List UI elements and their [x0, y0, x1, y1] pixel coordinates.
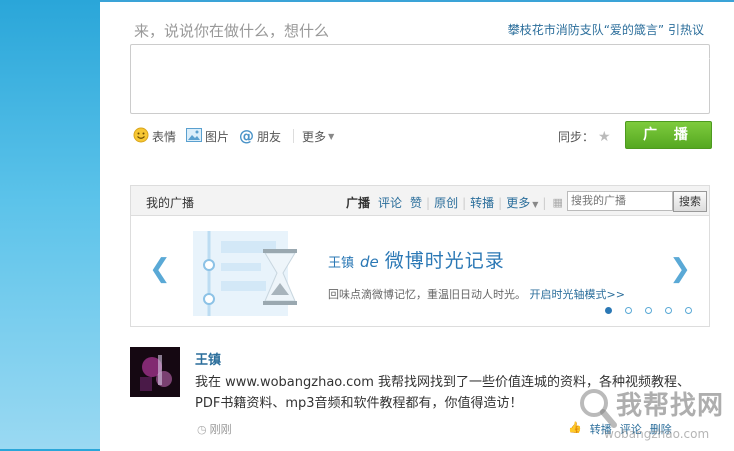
- banner-user-name: 王镇: [328, 256, 355, 271]
- at-icon: @: [239, 127, 255, 145]
- banner-de: de: [360, 253, 379, 271]
- sync-option: 同步： ★: [558, 128, 611, 145]
- image-button[interactable]: 图片: [186, 127, 230, 145]
- post-actions: 👍 转播 评论 删除: [560, 421, 672, 437]
- filter-divider: |: [542, 195, 547, 210]
- pagination-dot[interactable]: [645, 307, 652, 314]
- post-time: ◷ 刚刚: [197, 421, 232, 437]
- filter-divider: |: [498, 195, 503, 210]
- banner-headline: 微博时光记录: [384, 250, 505, 272]
- hot-topic-suffix: 引热议: [667, 23, 704, 37]
- feed-title: 我的广播: [146, 196, 195, 210]
- banner-subtitle: 回味点滴微博记忆，重温旧日动人时光。 开启时光轴模式>>: [328, 286, 625, 302]
- more-tools-label: 更多: [302, 129, 327, 144]
- repost-button[interactable]: 转播: [590, 421, 612, 437]
- feed-search-button[interactable]: 搜索: [673, 191, 707, 212]
- star-icon[interactable]: ★: [598, 129, 611, 145]
- feed-header: 我的广播 广播 评论 赞 | 原创 | 转播 | 更多▼ | ▦ 搜索: [130, 185, 710, 216]
- composer-textarea[interactable]: [130, 44, 710, 114]
- filter-like[interactable]: 赞: [410, 194, 422, 211]
- composer-prompt: 来，说说你在做什么，想什么: [134, 22, 330, 40]
- mention-label: 朋友: [257, 129, 282, 144]
- delete-button[interactable]: 删除: [650, 421, 672, 437]
- smile-icon: [133, 127, 149, 146]
- broadcast-button[interactable]: 广 播: [625, 121, 712, 149]
- filter-more-label: 更多: [506, 196, 531, 210]
- post-text: 我在 www.wobangzhao.com 我帮找网找到了一些价值连城的资料，各…: [195, 375, 691, 411]
- banner-subtitle-text: 回味点滴微博记忆，重温旧日动人时光。: [328, 288, 526, 301]
- filter-comment[interactable]: 评论: [378, 194, 402, 211]
- pagination-dot[interactable]: [605, 307, 612, 314]
- calendar-icon[interactable]: ▦: [552, 196, 562, 209]
- chevron-right-icon[interactable]: ❯: [669, 254, 691, 284]
- thumbs-up-icon[interactable]: 👍: [568, 421, 582, 437]
- feed-search-input[interactable]: [567, 191, 673, 211]
- hot-topic-quote[interactable]: “爱的箴言”: [604, 23, 664, 37]
- timeline-mode-link[interactable]: 开启时光轴模式>>: [530, 288, 625, 301]
- timeline-illustration-icon: [193, 231, 297, 316]
- filter-more[interactable]: 更多 ▼: [506, 194, 538, 211]
- pagination-dot[interactable]: [685, 307, 692, 314]
- emoji-label: 表情: [152, 129, 177, 144]
- main-panel: 来，说说你在做什么，想什么 攀枝花市消防支队“爱的箴言” 引热议 表情 图片 @…: [100, 0, 734, 451]
- banner-title: 王镇 de 微博时光记录: [328, 246, 505, 273]
- chevron-left-icon[interactable]: ❮: [149, 254, 171, 284]
- pagination-dot[interactable]: [625, 307, 632, 314]
- chevron-down-icon: ▼: [328, 131, 335, 141]
- sync-label: 同步：: [558, 130, 595, 144]
- image-label: 图片: [205, 129, 230, 144]
- image-icon: [186, 127, 203, 145]
- filter-repost[interactable]: 转播: [470, 194, 494, 211]
- feed-filters: 广播 评论 赞 | 原创 | 转播 | 更多 ▼ | ▦: [342, 194, 563, 211]
- composer-toolbar: 表情 图片 @ 朋友 更多 ▼: [133, 126, 344, 146]
- pagination-dot[interactable]: [665, 307, 672, 314]
- avatar[interactable]: [130, 347, 180, 397]
- banner-pagination: [605, 307, 705, 314]
- filter-divider: |: [426, 195, 431, 210]
- hot-topic-link[interactable]: 攀枝花市消防支队“爱的箴言” 引热议: [508, 21, 704, 38]
- filter-divider: |: [462, 195, 467, 210]
- hot-topic-prefix[interactable]: 攀枝花市消防支队: [508, 23, 604, 37]
- post-author[interactable]: 王镇: [195, 349, 221, 368]
- more-tools-button[interactable]: 更多 ▼: [302, 128, 334, 145]
- chevron-down-icon: ▼: [532, 200, 539, 209]
- toolbar-divider: [293, 129, 295, 143]
- emoji-button[interactable]: 表情: [133, 127, 176, 146]
- post-time-label: 刚刚: [209, 423, 232, 436]
- clock-icon: ◷: [197, 422, 207, 436]
- timeline-banner: ❮ 王镇 de 微博时光记录 回味点滴微博记忆，重温旧日动人时光。 开启时光轴模…: [130, 215, 710, 327]
- mention-button[interactable]: @ 朋友: [239, 127, 281, 145]
- filter-broadcast[interactable]: 广播: [346, 194, 370, 211]
- comment-button[interactable]: 评论: [620, 421, 642, 437]
- filter-original[interactable]: 原创: [434, 194, 458, 211]
